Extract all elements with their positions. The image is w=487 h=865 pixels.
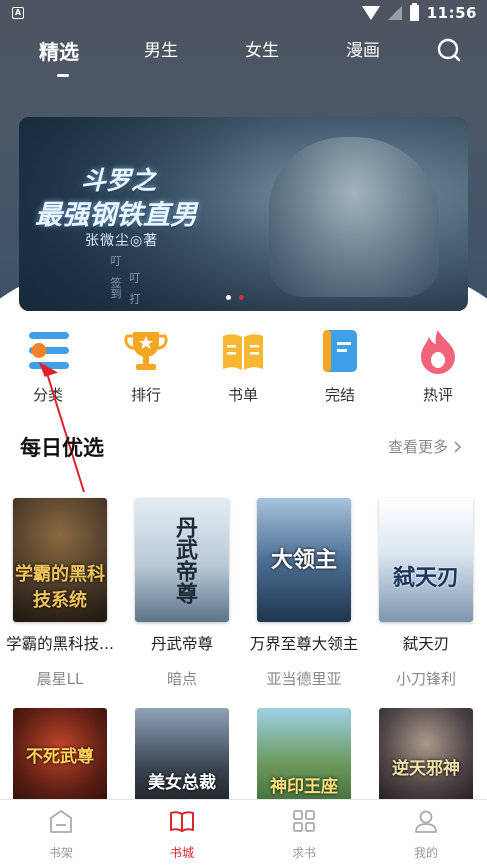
- book-store-screen: A 11:56 精选 男生 女生 漫画 斗罗之 最强钢铁直男 张微尘◎著 叮 叮…: [0, 0, 487, 865]
- book-cover: 逆天邪神: [379, 708, 473, 808]
- book-card[interactable]: 美女总裁: [126, 708, 238, 808]
- book-author: 小刀锋利: [395, 670, 456, 688]
- book-title: 弑天刃: [402, 635, 450, 653]
- book-card[interactable]: 弑天刃 弑天刃 小刀锋利: [370, 498, 482, 689]
- bottom-nav-label: 书架: [48, 846, 73, 860]
- section-title: 每日优选: [20, 436, 104, 460]
- bottom-nav-request[interactable]: 求书: [264, 808, 344, 861]
- tab-featured[interactable]: 精选: [39, 36, 79, 65]
- book-card[interactable]: 逆天邪神: [370, 708, 482, 808]
- banner-title-line2: 最强钢铁直男: [35, 200, 197, 231]
- banner-vertical-text: 叮: [109, 255, 122, 266]
- cover-title: 弑天刃: [392, 565, 459, 591]
- category-hot-reviews[interactable]: 热评: [408, 328, 468, 405]
- banner-vertical-text: 签到: [109, 277, 122, 299]
- book-card[interactable]: 丹武帝尊 丹武帝尊 暗点: [126, 498, 238, 689]
- cover-title: 美女总裁: [148, 773, 216, 793]
- book-card[interactable]: 大领主 万界至尊大领主 亚当德里亚: [248, 498, 360, 689]
- annotation-arrow: [38, 361, 85, 493]
- book-card[interactable]: 学霸的黑科技系统 学霸的黑科技... 晨星LL: [4, 498, 116, 689]
- top-nav: 精选 男生 女生 漫画: [0, 30, 487, 80]
- book-cover: 学霸的黑科技系统: [13, 498, 107, 622]
- cover-title: 神印王座: [270, 777, 338, 797]
- book-author: 暗点: [166, 670, 197, 688]
- book-cover: 大领主: [257, 498, 351, 622]
- banner-pagination: [226, 295, 244, 300]
- bottom-nav-bookstore[interactable]: 书城: [142, 808, 222, 861]
- category-label: 热评: [422, 386, 453, 404]
- bookshelf-icon: [50, 810, 72, 833]
- open-book-icon: [223, 334, 263, 370]
- cover-title: 大领主: [270, 547, 337, 573]
- book-title: 丹武帝尊: [150, 635, 213, 653]
- banner-author: 张微尘◎著: [85, 233, 159, 249]
- category-booklist[interactable]: 书单: [213, 328, 273, 405]
- tab-male[interactable]: 男生: [144, 36, 178, 61]
- status-time: 11:56: [426, 4, 477, 22]
- trophy-icon: [124, 332, 168, 370]
- tab-female[interactable]: 女生: [245, 36, 279, 61]
- wifi-icon: [361, 6, 380, 20]
- promo-banner[interactable]: 斗罗之 最强钢铁直男 张微尘◎著 叮 叮 签到 打: [19, 117, 468, 311]
- book-cover: 弑天刃: [379, 498, 473, 622]
- category-completed[interactable]: 完结: [310, 328, 370, 405]
- signal-icon: [387, 6, 402, 20]
- see-more-label: 查看更多: [388, 438, 449, 456]
- see-more-link[interactable]: 查看更多: [388, 436, 462, 457]
- bottom-nav-label: 书城: [169, 846, 194, 860]
- book-author: 亚当德里亚: [266, 670, 342, 688]
- category-label: 完结: [324, 386, 355, 404]
- book-card[interactable]: 神印王座: [248, 708, 360, 808]
- banner-vertical-text: 打: [128, 293, 141, 304]
- cover-title: 丹武帝尊: [172, 516, 198, 604]
- book-cover: 美女总裁: [135, 708, 229, 808]
- cover-title: 不死武尊: [26, 747, 94, 767]
- pagination-dot[interactable]: [226, 295, 231, 300]
- grid-icon: [293, 810, 315, 832]
- category-label: 排行: [130, 386, 161, 404]
- chevron-right-icon: [454, 440, 462, 453]
- book-cover: 不死武尊: [13, 708, 107, 808]
- book-card[interactable]: 不死武尊: [4, 708, 116, 808]
- book-author: 晨星LL: [36, 670, 84, 688]
- active-tab-indicator: [57, 74, 69, 77]
- status-icons: 11:56: [361, 3, 477, 22]
- bottom-nav-bookshelf[interactable]: 书架: [21, 808, 101, 861]
- category-ranking[interactable]: 排行: [116, 328, 176, 405]
- user-icon: [415, 810, 437, 833]
- category-label: 书单: [227, 386, 258, 404]
- tab-comics[interactable]: 漫画: [346, 36, 380, 61]
- pagination-dot-active[interactable]: [239, 295, 244, 300]
- search-icon[interactable]: [436, 37, 462, 63]
- book-title: 学霸的黑科技...: [6, 635, 114, 653]
- bookstore-icon: [170, 811, 194, 832]
- battery-icon: [409, 3, 419, 21]
- bottom-nav-label: 求书: [291, 846, 316, 860]
- bottom-nav-profile[interactable]: 我的: [386, 808, 466, 861]
- book-cover: 丹武帝尊: [135, 498, 229, 622]
- banner-vertical-text: 叮: [128, 272, 141, 283]
- book-title: 万界至尊大领主: [249, 635, 359, 653]
- bottom-nav: 书架 书城 求书 我的: [0, 799, 487, 865]
- banner-title-line1: 斗罗之: [81, 166, 157, 195]
- bottom-nav-label: 我的: [413, 846, 438, 860]
- status-bar: A 11:56: [0, 0, 487, 26]
- flame-icon: [421, 330, 455, 374]
- book-cover: 神印王座: [257, 708, 351, 808]
- cover-title: 学霸的黑科技系统: [15, 564, 105, 611]
- book-icon: [323, 330, 357, 372]
- cover-title: 逆天邪神: [392, 759, 460, 779]
- notification-icon: A: [12, 7, 24, 19]
